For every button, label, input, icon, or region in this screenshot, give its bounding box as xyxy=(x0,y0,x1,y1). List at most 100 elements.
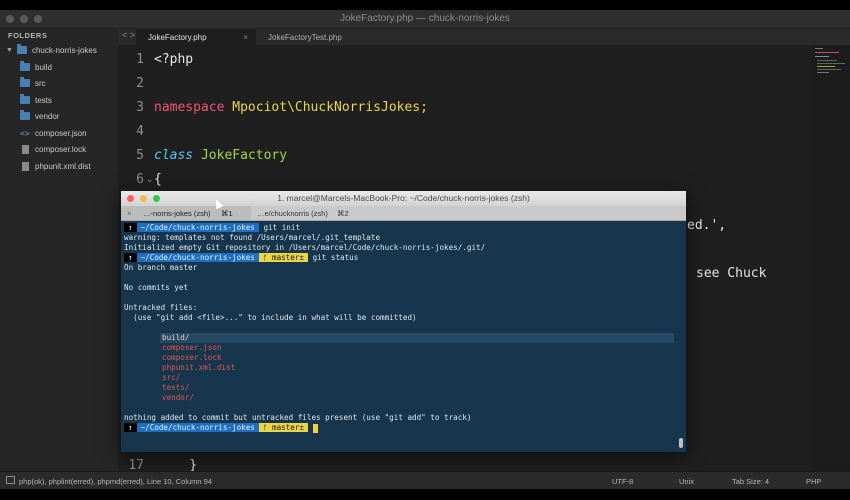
sidebar-item-label: composer.json xyxy=(35,128,87,138)
terminal-line: No commits yet xyxy=(124,283,189,292)
sidebar-item-src[interactable]: src xyxy=(20,75,46,91)
close-icon[interactable]: × xyxy=(243,33,248,42)
terminal-line: On branch master xyxy=(124,263,198,272)
terminal-title: 1. marcel@Marcels-MacBook-Pro: ~/Code/ch… xyxy=(277,193,530,203)
chevron-down-icon[interactable]: ▼ xyxy=(6,47,13,54)
app-frame: JokeFactory.php — chuck-norris-jokes FOL… xyxy=(0,0,850,500)
untracked-file: phpunit.xml.dist xyxy=(162,363,236,372)
terminal-line: ↑ ~/Code/chuck-norris-jokes git init xyxy=(124,223,300,233)
sidebar-item-label: phpunit.xml.dist xyxy=(35,161,91,171)
fold-chevron-icon[interactable]: ⌄ xyxy=(146,174,154,185)
sidebar-item-vendor[interactable]: vendor xyxy=(20,108,59,124)
sidebar: FOLDERS ▼ chuck-norris-jokes build src t… xyxy=(0,29,118,471)
tab-jokefactory[interactable]: JokeFactory.php × xyxy=(136,29,256,45)
line-number: 3 xyxy=(136,100,144,115)
terminal-tab-1[interactable]: × …-norris-jokes (zsh) ⌘1 xyxy=(121,206,251,220)
prompt-root-icon: ↑ xyxy=(124,423,137,432)
close-icon[interactable]: × xyxy=(127,209,132,218)
folder-icon xyxy=(16,44,27,54)
namespace-name: Mpociot\ChuckNorrisJokes; xyxy=(224,100,428,115)
sidebar-item-build[interactable]: build xyxy=(20,59,52,75)
terminal-line: Untracked files: xyxy=(124,303,198,312)
tab-jokefactorytest[interactable]: JokeFactoryTest.php xyxy=(256,29,376,45)
terminal-tab-label: …e/chucknorris (zsh) xyxy=(257,208,328,218)
sidebar-item-label: build xyxy=(35,62,52,72)
prompt-root-icon: ↑ xyxy=(124,223,137,232)
prompt-git-branch: ᚠ master± xyxy=(258,253,309,262)
keyword-class: class xyxy=(154,148,194,163)
status-bar: php(ok), phplint(erred), phpmd(erred), L… xyxy=(0,471,850,490)
sidebar-item-phpunit[interactable]: phpunit.xml.dist xyxy=(22,158,91,174)
keyword-namespace: namespace xyxy=(154,100,225,115)
line-endings[interactable]: Unix xyxy=(679,477,694,486)
tab-label: JokeFactory.php xyxy=(148,32,207,42)
line-number: 6 xyxy=(136,172,144,187)
prompt-path: ~/Code/chuck-norris-jokes xyxy=(136,423,259,432)
terminal-tabs: × …-norris-jokes (zsh) ⌘1 …e/chucknorris… xyxy=(121,206,686,221)
untracked-file: vendor/ xyxy=(162,393,195,402)
code-line: <?php xyxy=(154,52,194,67)
terminal-tab-shortcut: ⌘2 xyxy=(337,208,349,218)
command-text: git init xyxy=(263,223,301,232)
letterbox-top xyxy=(0,0,850,10)
prompt-git-branch: ᚠ master± xyxy=(258,423,309,432)
line-number: 4 xyxy=(136,124,144,139)
sidebar-item-tests[interactable]: tests xyxy=(20,92,52,108)
line-number: 2 xyxy=(136,76,144,91)
sidebar-item-label: chuck-norris-jokes xyxy=(31,45,97,55)
terminal-line: ↑ ~/Code/chuck-norris-jokes ᚠ master± git … xyxy=(124,253,358,263)
folder-icon xyxy=(20,94,30,104)
untracked-file: composer.lock xyxy=(162,353,222,362)
class-name: JokeFactory xyxy=(193,148,288,163)
file-icon xyxy=(22,161,29,171)
sidebar-root-folder[interactable]: ▼ chuck-norris-jokes xyxy=(6,42,97,58)
terminal-tab-2[interactable]: …e/chucknorris (zsh) ⌘2 xyxy=(251,206,361,220)
panel-toggle-icon[interactable] xyxy=(6,476,15,484)
terminal-scrollbar[interactable] xyxy=(679,438,683,448)
terminal-tab-shortcut: ⌘1 xyxy=(221,208,233,218)
sidebar-item-label: composer.lock xyxy=(35,144,87,154)
encoding[interactable]: UTF-8 xyxy=(612,477,633,486)
command-text: git status xyxy=(312,253,359,262)
sidebar-header: FOLDERS xyxy=(8,31,48,40)
file-icon xyxy=(22,144,29,154)
untracked-file: composer.json xyxy=(162,343,222,352)
code-line: class JokeFactory xyxy=(154,148,287,163)
minimap[interactable] xyxy=(812,45,850,471)
code-line-partial: see Chuck xyxy=(696,266,767,281)
tab-nav-arrows[interactable]: < > xyxy=(122,30,135,40)
tab-label: JokeFactoryTest.php xyxy=(268,32,342,42)
tab-size[interactable]: Tab Size: 4 xyxy=(732,477,769,486)
terminal-cursor xyxy=(312,423,318,433)
sidebar-item-composer-json[interactable]: <> composer.json xyxy=(20,125,87,141)
sidebar-item-label: vendor xyxy=(35,111,60,121)
sidebar-item-composer-lock[interactable]: composer.lock xyxy=(22,141,86,157)
code-file-icon: <> xyxy=(20,128,30,138)
folder-icon xyxy=(20,110,30,120)
syntax-mode[interactable]: PHP xyxy=(806,477,821,486)
terminal-line: Initialized empty Git repository in /Use… xyxy=(124,243,486,252)
editor-tabs-bar: < > JokeFactory.php × JokeFactoryTest.ph… xyxy=(118,29,850,45)
window-titlebar: JokeFactory.php — chuck-norris-jokes xyxy=(0,10,850,29)
prompt-path: ~/Code/chuck-norris-jokes xyxy=(136,223,259,232)
sidebar-item-label: tests xyxy=(35,95,52,105)
terminal-output[interactable]: ↑ ~/Code/chuck-norris-jokes git init warn… xyxy=(124,222,674,450)
untracked-file: src/ xyxy=(162,373,181,382)
letterbox-bottom xyxy=(0,489,850,500)
terminal-line: warning: templates not found /Users/marc… xyxy=(124,233,381,242)
window-title: JokeFactory.php — chuck-norris-jokes xyxy=(340,13,510,24)
terminal-titlebar: 1. marcel@Marcels-MacBook-Pro: ~/Code/ch… xyxy=(121,191,686,206)
terminal-line: ↑ ~/Code/chuck-norris-jokes ᚠ master± xyxy=(124,423,318,433)
untracked-file: tests/ xyxy=(162,383,190,392)
selection-highlight xyxy=(160,333,674,343)
terminal-line: (use "git add <file>..." to include in w… xyxy=(124,313,417,322)
folder-icon xyxy=(20,77,30,87)
sidebar-item-label: src xyxy=(35,78,46,88)
terminal-line: nothing added to commit but untracked fi… xyxy=(124,413,472,422)
untracked-file: build/ xyxy=(162,333,190,342)
folder-icon xyxy=(20,61,30,71)
linter-status: php(ok), phplint(erred), phpmd(erred), L… xyxy=(19,477,213,486)
line-number: 5 xyxy=(136,148,144,163)
terminal-window[interactable]: 1. marcel@Marcels-MacBook-Pro: ~/Code/ch… xyxy=(121,191,686,452)
code-line-partial: ed.', xyxy=(687,218,727,233)
